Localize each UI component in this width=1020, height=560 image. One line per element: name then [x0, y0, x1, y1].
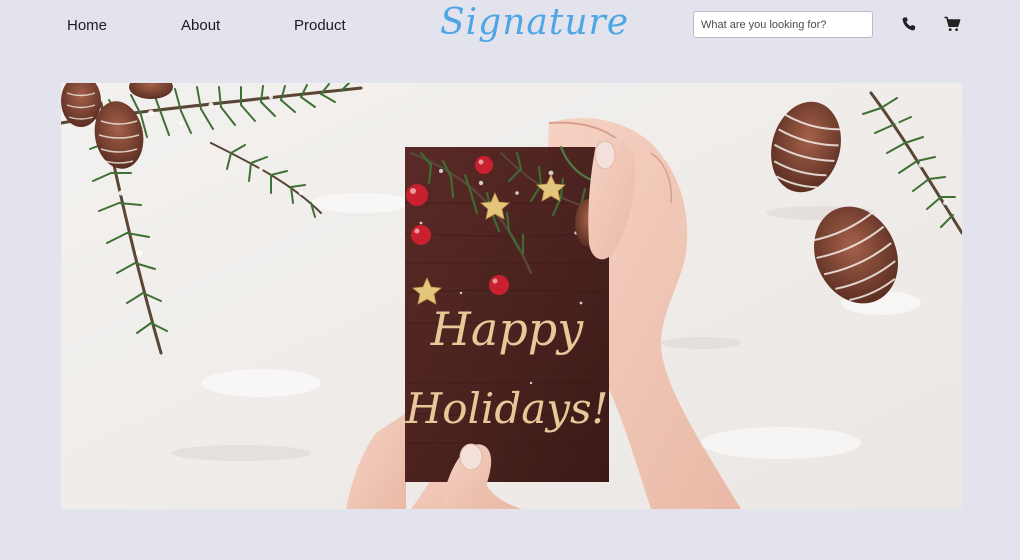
- card-text-happy: Happy: [430, 302, 584, 356]
- cart-icon[interactable]: [944, 16, 961, 32]
- greeting-card: Happy Holidays!: [405, 145, 611, 482]
- search-input[interactable]: [693, 11, 873, 38]
- hero-illustration: Happy Holidays!: [61, 83, 962, 509]
- nav-product[interactable]: Product: [294, 17, 346, 34]
- card-text-holidays: Holidays!: [405, 384, 609, 433]
- hero-banner: Happy Holidays!: [61, 83, 962, 509]
- nav-home[interactable]: Home: [67, 17, 107, 34]
- brand-logo[interactable]: Signature: [440, 2, 629, 43]
- phone-icon[interactable]: [901, 16, 917, 32]
- nav-about[interactable]: About: [181, 17, 220, 34]
